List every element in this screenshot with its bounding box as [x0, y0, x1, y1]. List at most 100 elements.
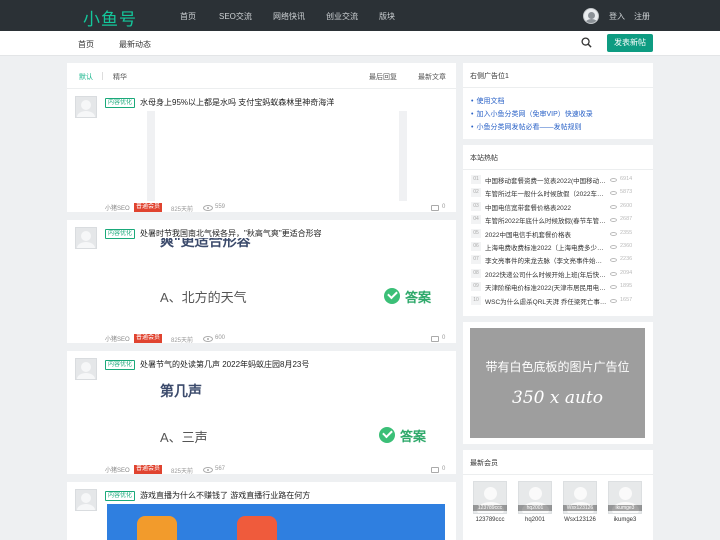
member-name[interactable]: 123789ccc — [469, 517, 511, 523]
hot-view-count: 2236 — [620, 256, 633, 263]
hot-view-count: 2600 — [620, 202, 633, 209]
member-name[interactable]: Wsx123126 — [559, 517, 601, 523]
post-image[interactable] — [107, 504, 445, 540]
hot-post-title[interactable]: 天津阶梯电价标准2022(天津市居民用电收费标准) — [485, 282, 607, 292]
user-avatar-icon[interactable] — [583, 8, 599, 24]
hot-post-item[interactable]: 07 李文亮事件的来龙去脉（李文亮事件始末） 2236 — [471, 253, 647, 266]
tab-featured[interactable]: 精华 — [113, 72, 127, 82]
author-avatar[interactable] — [75, 96, 97, 118]
post-author[interactable]: 小猪SEO — [105, 203, 130, 212]
category-badge[interactable]: 内容优化 — [105, 360, 136, 370]
hot-post-item[interactable]: 06 上海电费收费标准2022（上海电费多少钱一度） 2360 — [471, 240, 647, 253]
members-box-title: 最新会员 — [470, 460, 498, 467]
ad-link-vip[interactable]: 加入小鱼分类网（免审VIP）快速收录 — [471, 109, 592, 119]
author-avatar[interactable] — [75, 489, 97, 511]
hot-post-item[interactable]: 03 中国电信宽带套餐价格表2022 2600 — [471, 200, 647, 213]
nav-boards[interactable]: 版块 — [379, 11, 395, 22]
hot-post-title[interactable]: WSC为什么虐杀QRL天湃 乔任梁死亡事件真相 — [485, 296, 607, 306]
nav-startup[interactable]: 创业交流 — [326, 11, 358, 22]
post-item[interactable]: 内容优化 水母身上95%以上都是水吗 支付宝蚂蚁森林里神奇海洋 小猪SEO 普通… — [67, 89, 456, 220]
post-title[interactable]: 水母身上95%以上都是水吗 支付宝蚂蚁森林里神奇海洋 — [140, 97, 334, 108]
post-item[interactable]: 内容优化 处暑节气的处读第几声 2022年蚂蚁庄园8月23号 第几声 A、三声 … — [67, 351, 456, 482]
hot-post-item[interactable]: 08 2022快递公司什么时候开始上班(年后快递几号恢复) 2094 — [471, 267, 647, 280]
hot-rank-number: 08 — [471, 268, 481, 278]
eye-icon — [610, 204, 617, 209]
category-badge[interactable]: 内容优化 — [105, 491, 136, 501]
post-title[interactable]: 处暑节气的处读第几声 2022年蚂蚁庄园8月23号 — [140, 359, 309, 370]
category-badge[interactable]: 内容优化 — [105, 229, 136, 239]
subnav-latest[interactable]: 最新动态 — [119, 39, 151, 50]
member-role-badge: 普通会员 — [134, 334, 163, 343]
member-role-badge: 普通会员 — [134, 465, 163, 474]
eye-icon — [610, 218, 617, 223]
ad-box-title: 右侧广告位1 — [470, 73, 509, 80]
author-avatar[interactable] — [75, 358, 97, 380]
tab-default[interactable]: 默认 — [79, 72, 93, 82]
hot-view-count: 1657 — [620, 296, 633, 303]
nav-seo[interactable]: SEO交流 — [219, 11, 252, 22]
check-icon — [379, 427, 395, 443]
divider — [463, 87, 653, 88]
site-logo[interactable]: 小鱼号 — [83, 5, 137, 30]
hot-box-title: 本站热帖 — [470, 155, 498, 162]
hot-post-title[interactable]: 车管所过年一般什么时候放假（2022车管所春节放假时间） — [485, 188, 607, 198]
post-item[interactable]: 内容优化 处暑时节我国南北气候各异，"秋高气爽"更适合形容 爽"更适合形容 A、… — [67, 220, 456, 351]
nav-news[interactable]: 网络快讯 — [273, 11, 305, 22]
hot-view-count: 1895 — [620, 283, 633, 290]
app-icon — [137, 516, 177, 540]
new-post-button[interactable]: 发表新帖 — [607, 34, 653, 52]
ad-image[interactable]: 带有白色底板的图片广告位 350 x auto — [470, 328, 645, 438]
hot-post-title[interactable]: 上海电费收费标准2022（上海电费多少钱一度） — [485, 242, 607, 252]
subnav-home[interactable]: 首页 — [78, 39, 94, 50]
tab-last-reply[interactable]: 最后回复 — [369, 72, 397, 82]
category-badge[interactable]: 内容优化 — [105, 98, 136, 108]
hot-post-title[interactable]: 车管所2022年底什么时候放假(春节车管所放假时间) — [485, 215, 607, 225]
post-image[interactable] — [147, 111, 407, 201]
login-link[interactable]: 登入 — [609, 11, 625, 22]
hot-rank-number: 09 — [471, 282, 481, 292]
sidebar-ad-box: 右侧广告位1 使用文档 加入小鱼分类网（免审VIP）快速收录 小鱼分类网发帖必看… — [463, 63, 653, 139]
comment-icon — [431, 467, 439, 473]
tab-newest[interactable]: 最新文章 — [418, 72, 446, 82]
new-members-box: 最新会员 123789ccc 123789ccc hq2001 hq2001 Wsx12… — [463, 450, 653, 540]
hot-rank-number: 07 — [471, 255, 481, 265]
hot-post-title[interactable]: 中国移动套餐资费一览表2022(中国移动套餐资费) — [485, 175, 607, 185]
member-role-badge: 普通会员 — [134, 203, 163, 212]
member-name[interactable]: ikumge3 — [604, 517, 646, 523]
hot-rank-number: 06 — [471, 242, 481, 251]
hot-post-item[interactable]: 02 车管所过年一般什么时候放假（2022车管所春节放假时间） 5873 — [471, 186, 647, 199]
hot-post-title[interactable]: 2022中国电信手机套餐价格表 — [485, 229, 607, 239]
hot-view-count: 5873 — [620, 189, 633, 196]
hot-post-title[interactable]: 2022快递公司什么时候开始上班(年后快递几号恢复) — [485, 269, 607, 279]
search-icon[interactable] — [581, 37, 592, 48]
ad-link-rules[interactable]: 小鱼分类网发帖必看——发帖规则 — [471, 122, 581, 132]
eye-icon — [610, 271, 617, 276]
hot-rank-number: 03 — [471, 201, 481, 211]
member-name[interactable]: hq2001 — [514, 517, 556, 523]
post-title[interactable]: 游戏直播为什么不赚钱了 游戏直播行业路在何方 — [140, 490, 310, 501]
post-time: 825天前 — [171, 469, 194, 475]
comment-count: 0 — [442, 335, 446, 341]
post-author[interactable]: 小猪SEO — [105, 334, 130, 343]
tab-divider — [102, 72, 103, 80]
hot-view-count: 2360 — [620, 243, 633, 249]
author-avatar[interactable] — [75, 227, 97, 249]
divider — [463, 474, 653, 475]
hot-post-item[interactable]: 10 WSC为什么虐杀QRL天湃 乔任梁死亡事件真相 1657 — [471, 294, 647, 307]
hot-rank-number: 10 — [471, 295, 481, 305]
list-tabs: 默认 精华 最后回复 最新文章 — [67, 63, 456, 89]
nav-home[interactable]: 首页 — [180, 11, 196, 22]
sub-navbar: 首页 最新动态 发表新帖 — [0, 31, 720, 56]
hot-post-item[interactable]: 01 中国移动套餐资费一览表2022(中国移动套餐资费) 6914 — [471, 173, 647, 186]
ad-link-docs[interactable]: 使用文档 — [471, 96, 504, 106]
hot-post-item[interactable]: 09 天津阶梯电价标准2022(天津市居民用电收费标准) 1895 — [471, 280, 647, 293]
post-author[interactable]: 小猪SEO — [105, 465, 130, 474]
register-link[interactable]: 注册 — [634, 11, 650, 22]
hot-post-title[interactable]: 中国电信宽带套餐价格表2022 — [485, 202, 607, 212]
post-item[interactable]: 内容优化 游戏直播为什么不赚钱了 游戏直播行业路在何方 — [67, 482, 456, 540]
hot-post-item[interactable]: 05 2022中国电信手机套餐价格表 2355 — [471, 227, 647, 240]
hot-rank-number: 05 — [471, 228, 481, 238]
hot-post-title[interactable]: 李文亮事件的来龙去脉（李文亮事件始末） — [485, 255, 607, 265]
hot-post-item[interactable]: 04 车管所2022年底什么时候放假(春节车管所放假时间) 2687 — [471, 213, 647, 226]
quiz-option-text: A、三声 — [160, 430, 208, 445]
